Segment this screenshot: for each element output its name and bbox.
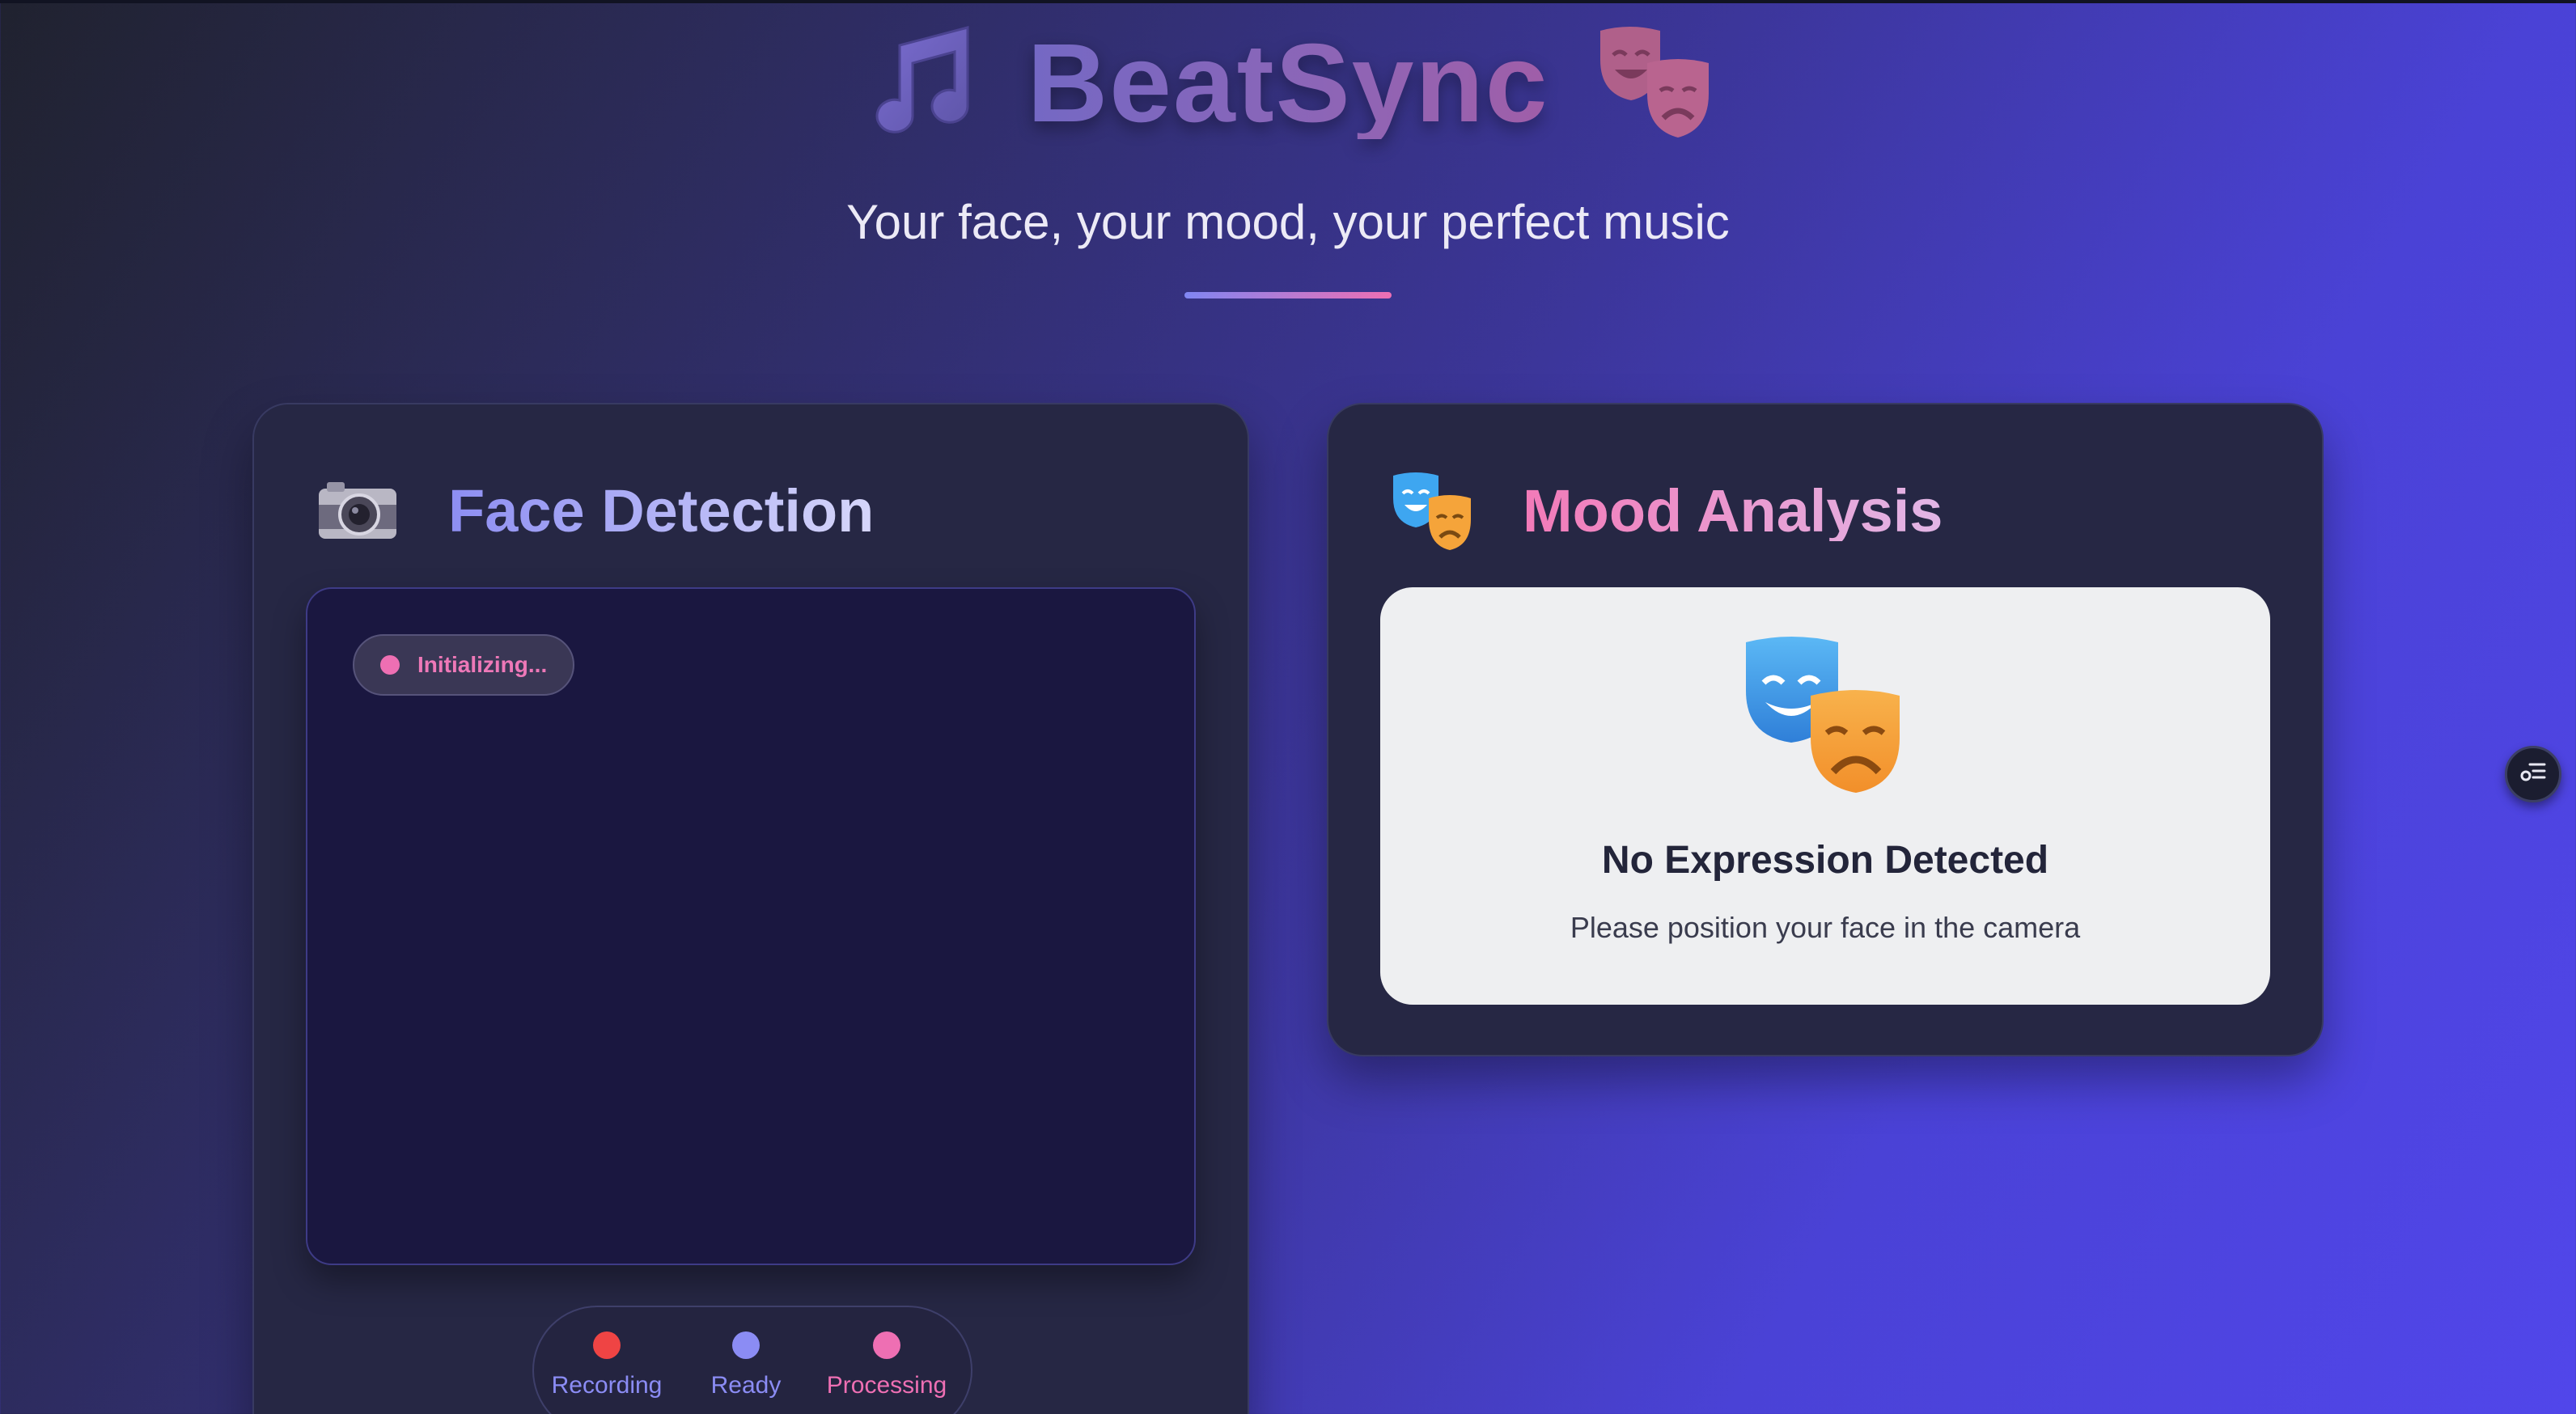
status-dot xyxy=(380,655,400,675)
legend-ready: Ready xyxy=(705,1331,786,1399)
legend-label: Recording xyxy=(551,1372,663,1399)
expression-panel: No Expression Detected Please position y… xyxy=(1380,587,2270,1005)
legend-label: Processing xyxy=(826,1372,947,1399)
app-title: BeatSync xyxy=(1027,21,1549,146)
app-subtitle: Your face, your mood, your perfect music xyxy=(846,195,1730,249)
camera-video-area: Initializing... xyxy=(306,587,1196,1265)
face-detection-header: Face Detection xyxy=(317,463,874,560)
legend-recording: Recording xyxy=(552,1331,662,1399)
recording-dot xyxy=(593,1331,621,1359)
ready-dot xyxy=(732,1331,760,1359)
mood-analysis-title: Mood Analysis xyxy=(1523,477,1943,544)
mood-analysis-header: Mood Analysis xyxy=(1392,463,1943,560)
theater-masks-icon xyxy=(1594,23,1715,144)
face-detection-card: Face Detection Initializing... Recording… xyxy=(252,403,1249,1414)
theater-masks-icon xyxy=(1392,469,1472,554)
title-row: BeatSync xyxy=(0,15,2576,152)
status-text: Initializing... xyxy=(417,652,548,677)
header-divider xyxy=(1184,292,1392,298)
legend-label: Ready xyxy=(710,1372,782,1399)
face-detection-title: Face Detection xyxy=(448,477,875,544)
expression-hint: Please position your face in the camera xyxy=(1570,911,2081,944)
side-panel-button[interactable] xyxy=(2505,746,2561,802)
app-header: BeatSync Your face, your mood, your perf… xyxy=(0,0,2576,307)
status-badge: Initializing... xyxy=(353,634,575,696)
processing-dot xyxy=(873,1331,900,1359)
musical-note-icon xyxy=(861,23,982,144)
status-legend: Recording Ready Processing xyxy=(532,1306,972,1414)
expression-title: No Expression Detected xyxy=(1601,839,2049,882)
list-settings-icon xyxy=(2519,758,2548,791)
theater-masks-icon xyxy=(1743,634,1904,796)
mood-analysis-card: Mood Analysis No Expression Detected Ple… xyxy=(1327,403,2324,1056)
legend-processing: Processing xyxy=(822,1331,951,1399)
camera-icon xyxy=(317,477,398,546)
